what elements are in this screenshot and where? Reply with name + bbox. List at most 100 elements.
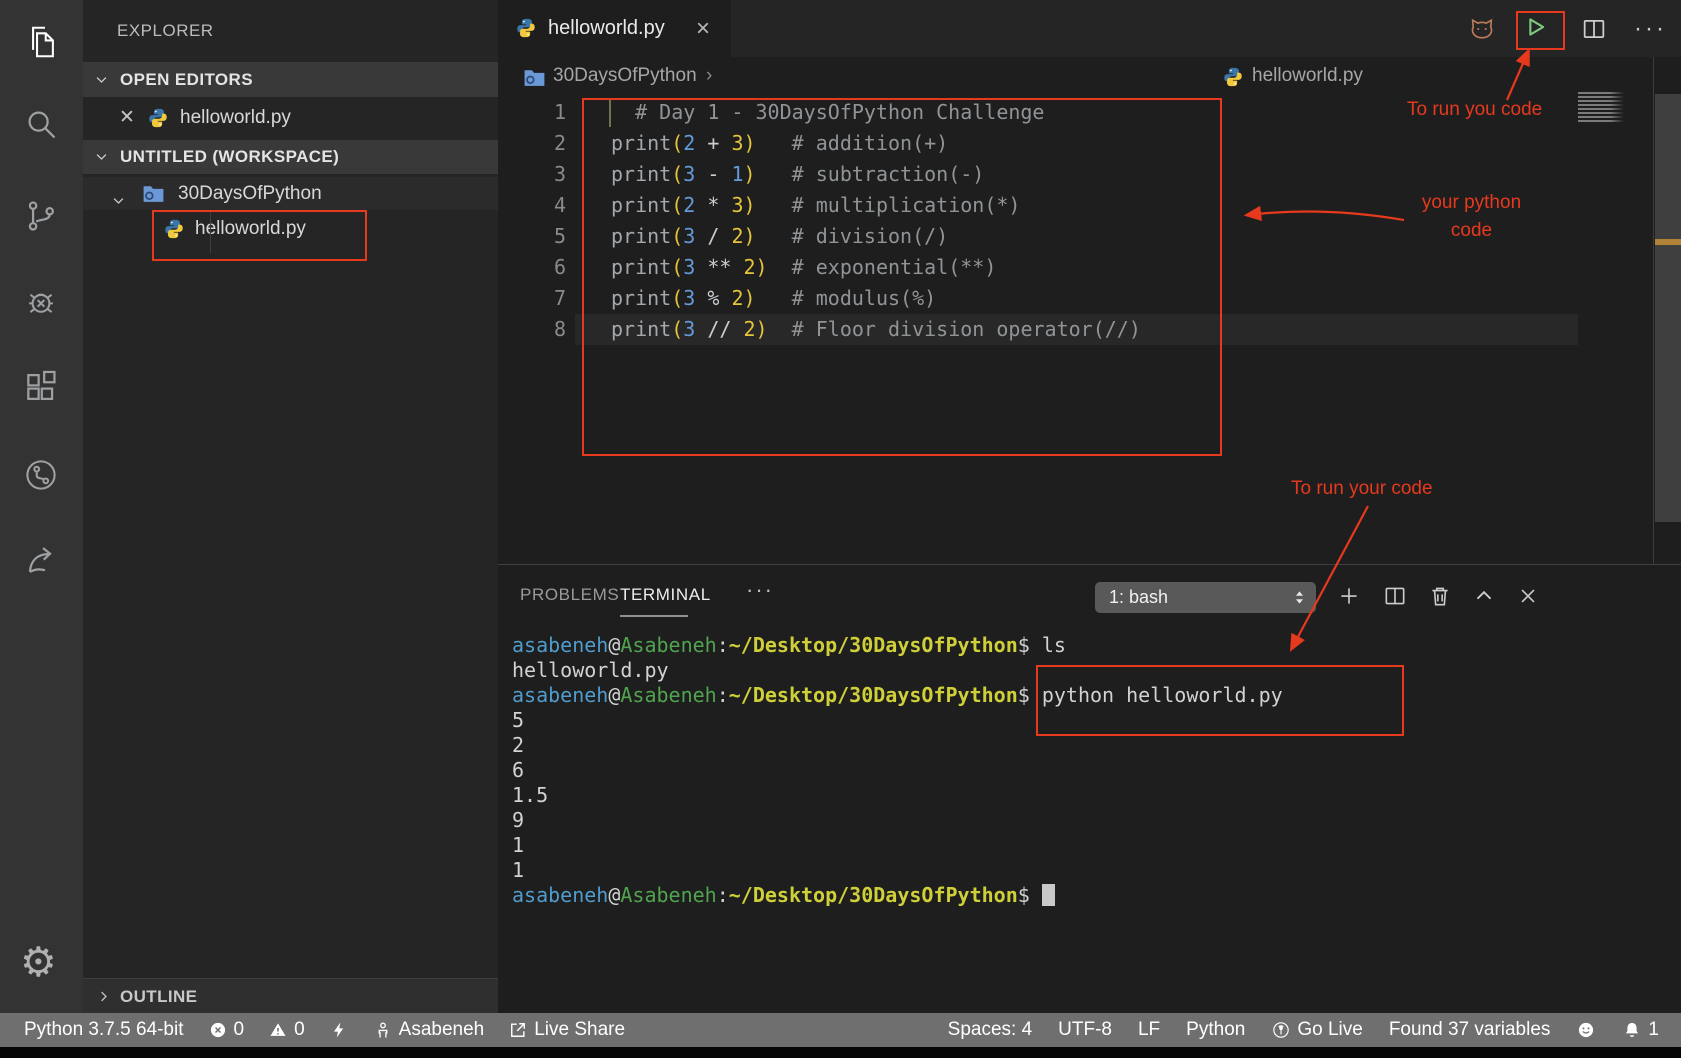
status-warnings[interactable]: 0 <box>268 1019 305 1041</box>
open-editor-item[interactable]: ✕ helloworld.py <box>83 100 498 136</box>
cat-icon[interactable] <box>1468 15 1496 43</box>
tab-terminal[interactable]: TERMINAL <box>620 585 711 605</box>
status-notifications[interactable]: 1 <box>1622 1019 1659 1041</box>
split-editor-icon[interactable] <box>1580 15 1608 43</box>
tree-file-label: helloworld.py <box>195 210 306 248</box>
terminal-line[interactable]: 6 <box>512 758 524 783</box>
chevron-down-icon <box>94 149 109 164</box>
code-line[interactable]: 1 # Day 1 - 30DaysOfPython Challenge <box>498 97 1658 128</box>
status-bar: Python 3.7.5 64-bit00AsabenehLive Share … <box>0 1013 1681 1047</box>
files-icon[interactable] <box>22 23 60 61</box>
line-number: 1 <box>498 97 566 128</box>
code-text: # Day 1 - 30DaysOfPython Challenge <box>611 97 1044 128</box>
status-feedback[interactable] <box>1576 1020 1596 1040</box>
line-number: 4 <box>498 190 566 221</box>
tree-indent-guide <box>210 211 211 253</box>
terminal-line[interactable]: 1 <box>512 858 524 883</box>
status-indentation[interactable]: Spaces: 4 <box>948 1019 1033 1041</box>
line-number: 8 <box>498 314 566 345</box>
terminal-line[interactable]: asabeneh@Asabeneh:~/Desktop/30DaysOfPyth… <box>512 633 1066 658</box>
vscode-window: ⚙ EXPLORER OPEN EDITORS ✕ helloworld.py … <box>0 0 1681 1058</box>
window-edge <box>0 1047 1681 1058</box>
scrollbar[interactable] <box>1655 94 1681 522</box>
status-variables-count[interactable]: Found 37 variables <box>1389 1019 1551 1041</box>
terminal-line[interactable]: 1 <box>512 833 524 858</box>
code-line[interactable]: 7print(3 % 2) # modulus(%) <box>498 283 1658 314</box>
tab-helloworld[interactable]: helloworld.py × <box>498 0 731 57</box>
tree-file-row[interactable]: helloworld.py <box>83 210 498 248</box>
tab-problems[interactable]: PROBLEMS <box>520 585 619 605</box>
scrollbar-marker <box>1655 239 1681 245</box>
close-panel-icon[interactable] <box>1515 583 1541 609</box>
code-text: print(3 ** 2) # exponential(**) <box>611 252 996 283</box>
terminal-cursor <box>1042 884 1055 906</box>
code-text: print(3 - 1) # subtraction(-) <box>611 159 984 190</box>
minimap[interactable] <box>1578 92 1624 124</box>
folder-icon <box>522 65 544 87</box>
status-go-live[interactable]: Go Live <box>1271 1019 1362 1041</box>
extensions-icon[interactable] <box>22 368 60 406</box>
smiley-icon <box>1576 1020 1596 1040</box>
line-number: 7 <box>498 283 566 314</box>
workspace-header[interactable]: UNTITLED (WORKSPACE) <box>83 140 498 174</box>
status-label: Python 3.7.5 64-bit <box>24 1019 184 1041</box>
editor-tab-bar: helloworld.py × ··· <box>498 0 1681 57</box>
breadcrumb-folder[interactable]: 30DaysOfPython <box>553 57 697 95</box>
code-line[interactable]: 4print(2 * 3) # multiplication(*) <box>498 190 1658 221</box>
code-line[interactable]: 3 print(3 - 1) # subtraction(-) <box>498 159 1658 190</box>
python-file-icon <box>1222 66 1242 86</box>
debug-icon[interactable] <box>22 282 60 320</box>
status-python-interpreter[interactable]: Python 3.7.5 64-bit <box>24 1019 184 1041</box>
terminal-line[interactable]: asabeneh@Asabeneh:~/Desktop/30DaysOfPyth… <box>512 683 1283 708</box>
sidebar-title: EXPLORER <box>117 21 214 41</box>
tab-close-icon[interactable]: × <box>696 0 710 57</box>
terminal-line[interactable]: 2 <box>512 733 524 758</box>
new-terminal-icon[interactable] <box>1336 583 1362 609</box>
person-icon <box>373 1020 393 1040</box>
split-terminal-icon[interactable] <box>1382 583 1408 609</box>
open-editors-header[interactable]: OPEN EDITORS <box>83 62 498 97</box>
terminal-line[interactable]: helloworld.py <box>512 658 669 683</box>
terminal-line[interactable]: asabeneh@Asabeneh:~/Desktop/30DaysOfPyth… <box>512 883 1055 908</box>
code-line[interactable]: 8print(3 // 2) # Floor division operator… <box>498 314 1658 345</box>
status-errors[interactable]: 0 <box>208 1019 245 1041</box>
terminal-line[interactable]: 9 <box>512 808 524 833</box>
workspace-label: UNTITLED (WORKSPACE) <box>120 140 339 174</box>
chevron-down-icon <box>94 72 109 87</box>
source-control-icon[interactable] <box>22 197 60 235</box>
tree-folder-row[interactable]: 30DaysOfPython <box>83 177 498 210</box>
code-line[interactable]: 2print(2 + 3) # addition(+) <box>498 128 1658 159</box>
status-live-share[interactable]: Live Share <box>508 1019 625 1041</box>
live-share-icon[interactable] <box>22 541 60 579</box>
status-eol[interactable]: LF <box>1138 1019 1160 1041</box>
settings-gear-icon[interactable]: ⚙ <box>20 942 57 983</box>
status-encoding[interactable]: UTF-8 <box>1058 1019 1112 1041</box>
run-button[interactable] <box>1521 13 1549 41</box>
chevron-right-icon <box>96 989 111 1004</box>
outline-header[interactable]: OUTLINE <box>83 978 498 1014</box>
terminal-tab-underline <box>620 615 688 617</box>
terminal-line[interactable]: 1.5 <box>512 783 548 808</box>
maximize-panel-icon[interactable] <box>1471 583 1497 609</box>
panel-more-icon[interactable]: ··· <box>746 577 774 603</box>
explorer-sidebar: EXPLORER OPEN EDITORS ✕ helloworld.py UN… <box>83 0 498 1013</box>
line-number: 2 <box>498 128 566 159</box>
kill-terminal-icon[interactable] <box>1427 583 1453 609</box>
code-line[interactable]: 5print(3 / 2) # division(/) <box>498 221 1658 252</box>
terminal-shell-select[interactable]: 1: bash <box>1095 582 1316 613</box>
python-file-icon <box>515 17 537 39</box>
code-line[interactable]: 6print(3 ** 2) # exponential(**) <box>498 252 1658 283</box>
terminal-line[interactable]: 5 <box>512 708 524 733</box>
close-icon[interactable]: ✕ <box>119 100 135 136</box>
line-number: 3 <box>498 159 566 190</box>
status-language-mode[interactable]: Python <box>1186 1019 1245 1041</box>
status-user[interactable]: Asabeneh <box>373 1019 485 1041</box>
breadcrumb-file[interactable]: helloworld.py <box>1252 57 1363 95</box>
more-actions-icon[interactable]: ··· <box>1634 0 1667 57</box>
circle-branch-icon[interactable] <box>22 456 60 494</box>
search-icon[interactable] <box>22 105 60 143</box>
status-quick-action[interactable] <box>329 1020 349 1040</box>
activity-bar: ⚙ <box>0 0 83 1013</box>
shell-select-value: 1: bash <box>1109 582 1168 613</box>
status-label: UTF-8 <box>1058 1019 1112 1041</box>
